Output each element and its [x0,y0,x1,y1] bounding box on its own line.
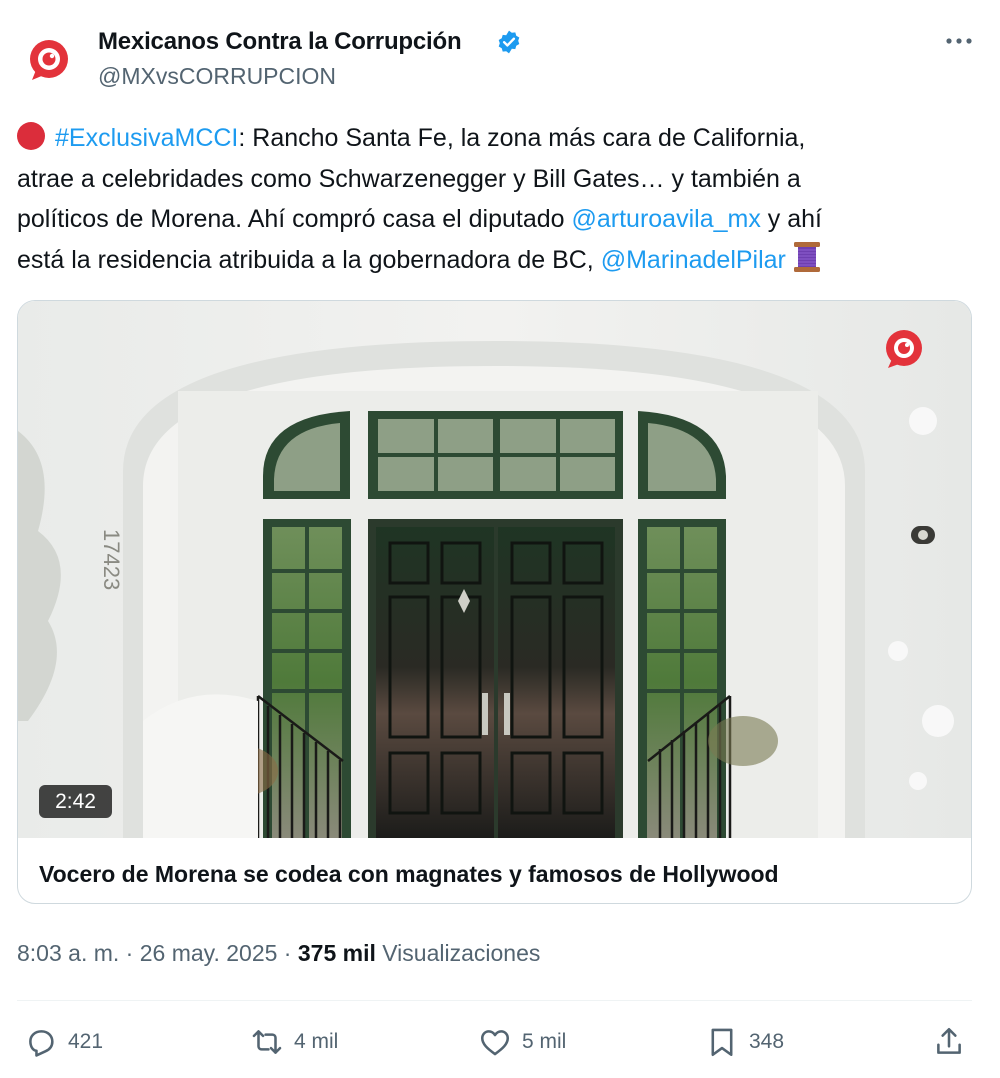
author-handle[interactable]: @MXvsCORRUPCION [98,63,336,90]
reply-button[interactable]: 421 [24,1024,103,1060]
like-button[interactable]: 5 mil [478,1024,566,1060]
tweet-meta: 8:03 a. m. · 26 may. 2025 · 375 mil Visu… [17,940,540,967]
repost-icon [252,1030,282,1054]
bookmark-count: 348 [749,1030,785,1053]
tweet-time[interactable]: 8:03 a. m. [17,940,119,966]
views-label[interactable]: Visualizaciones [382,940,540,966]
share-button[interactable] [932,1024,976,1060]
author-avatar[interactable] [22,34,76,88]
video-duration-badge: 2:42 [39,785,112,818]
author-name[interactable]: Mexicanos Contra la Corrupción [98,28,462,56]
share-icon [937,1027,961,1054]
repost-button[interactable]: 4 mil [250,1024,338,1060]
more-options-icon[interactable] [944,28,974,54]
mention-link-marinadelpilar[interactable]: @MarinadelPilar [601,246,786,274]
mention-link-arturoavila[interactable]: @arturoavila_mx [572,205,761,233]
tweet-text-line: políticos de Morena. Ahí compró casa el … [17,205,572,233]
tweet-text-line: y ahí [760,205,822,233]
card-title[interactable]: Vocero de Morena se codea con magnates y… [39,861,779,888]
heart-icon [480,1030,510,1056]
thread-spool-emoji-icon [793,241,820,272]
divider [17,1000,972,1001]
reply-icon [29,1030,54,1057]
tweet-text-line: atrae a celebridades como Schwarzenegger… [17,164,801,193]
meta-separator: · [119,940,140,966]
like-count: 5 mil [522,1030,567,1053]
views-count: 375 mil [297,940,376,966]
bookmark-button[interactable]: 348 [705,1024,784,1060]
tweet-date[interactable]: 26 may. 2025 [140,940,278,966]
tweet-text-line: está la residencia atribuida a la gobern… [17,245,601,274]
tweet-text: #ExclusivaMCCI: Rancho Santa Fe, la zona… [17,118,977,280]
tweet-text-line: : Rancho Santa Fe, la zona más cara de C… [238,124,806,152]
link-card[interactable]: 17423 2:42 Vocero de Morena se codea con… [17,300,972,904]
hashtag-link[interactable]: #ExclusivaMCCI [55,124,238,152]
house-number: 17423 [99,529,124,590]
verified-badge-icon [498,30,520,54]
red-circle-emoji-icon [17,122,45,150]
repost-count: 4 mil [294,1030,339,1053]
meta-separator: · [277,940,298,966]
reply-count: 421 [68,1030,104,1053]
bookmark-icon [711,1028,733,1057]
video-thumbnail[interactable]: 17423 [18,301,971,838]
